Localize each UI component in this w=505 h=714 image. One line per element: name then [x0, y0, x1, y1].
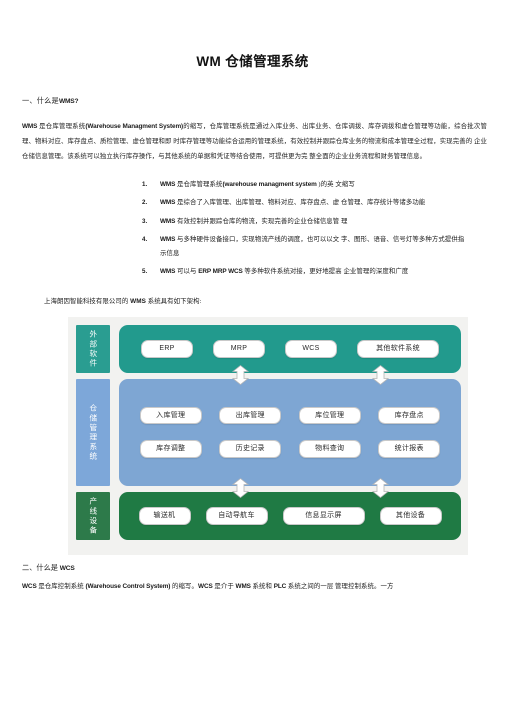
- tier-label-text: 外部软件: [88, 329, 98, 369]
- architecture-diagram: 外部软件 ERP MRP WCS 其他软件系统 仓储管理系统 入库管理 出库管理…: [68, 316, 468, 555]
- section-1-heading-prefix: 一、什么是: [22, 97, 59, 105]
- list-item-term: WMS: [160, 217, 176, 225]
- tier-body-equipment: 输送机 自动导航车 信息显示屏 其他设备: [119, 491, 461, 540]
- diagram-chip-material-query: 物料查询: [298, 440, 361, 459]
- tier-label-text: 仓储管理系统: [88, 403, 98, 462]
- section-2-heading-term: WCS: [59, 564, 75, 572]
- diagram-chip-location: 库位管理: [298, 406, 361, 425]
- wcs-text-e: 系统之间的一层 管理控制系统。一方: [286, 582, 394, 590]
- section-2-heading-prefix: 二、什么是: [22, 563, 60, 572]
- wms-english-name: (Warehouse Managment System): [85, 123, 184, 130]
- diagram-chip-stock-adjust: 库存调整: [139, 440, 202, 459]
- list-item-text-a: 可以与: [175, 268, 199, 276]
- double-arrow-icon: [371, 477, 390, 498]
- diagram-chip-inbound: 入库管理: [139, 406, 202, 425]
- tier-label-wms: 仓储管理系统: [76, 378, 110, 486]
- caption-text-b: 系统具有如下架构:: [146, 297, 202, 305]
- page-title: WM 仓储管理系统: [196, 54, 309, 69]
- double-arrow-icon: [231, 364, 250, 385]
- section-1-paragraph: WMS 是仓库管理系统(Warehouse Managment System)的…: [22, 120, 487, 164]
- diagram-tier-equipment: 产线设备 输送机 自动导航车 信息显示屏 其他设备: [76, 491, 461, 540]
- diagram-chip-mrp: MRP: [213, 340, 265, 358]
- list-item-english: (warehouse managment system: [222, 181, 317, 189]
- list-item-term: WMS: [160, 235, 176, 243]
- diagram-chip-stocktaking: 库存盘点: [378, 406, 441, 425]
- plc-term: PLC: [273, 582, 287, 590]
- tier-label-external-software: 外部软件: [76, 324, 110, 373]
- section-2-paragraph: WCS 是仓库控制系统 (Warehouse Control System) 的…: [22, 580, 487, 595]
- wcs-text-a: 是仓库控制系统: [36, 582, 86, 590]
- diagram-chip-outbound: 出库管理: [219, 406, 282, 425]
- list-item-term: WMS: [160, 199, 176, 207]
- diagram-row-wms-top: 入库管理 出库管理 库位管理 库存盘点: [131, 406, 449, 425]
- list-item: WMS 与多种硬件设备接口，实现物流产线的调度，也可以以文 字、图形、语音、信号…: [142, 233, 465, 262]
- wcs-text-b: 的缩写。: [170, 582, 199, 590]
- diagram-row-wms-bottom: 库存调整 历史记录 物料查询 统计报表: [131, 440, 449, 459]
- wcs-text-c: 是介于: [212, 582, 236, 590]
- diagram-tier-external-software: 外部软件 ERP MRP WCS 其他软件系统: [76, 324, 461, 373]
- document-page: WM 仓储管理系统 一、什么是WMS? WMS 是仓库管理系统(Warehous…: [0, 0, 505, 714]
- list-item-english: ERP MRP WCS: [198, 268, 243, 276]
- diagram-tier-wms: 仓储管理系统 入库管理 出库管理 库位管理 库存盘点 库存调整 历史记录 物料查…: [76, 378, 461, 486]
- list-item: WMS 是仓库管理系统(warehouse managment system )…: [142, 178, 465, 193]
- diagram-chip-other-software: 其他软件系统: [357, 340, 439, 358]
- wms-term: WMS: [22, 123, 38, 130]
- diagram-chip-other-equipment: 其他设备: [379, 507, 442, 525]
- diagram-chip-statistics-report: 统计报表: [378, 440, 441, 459]
- wms-feature-list: WMS 是仓库管理系统(warehouse managment system )…: [18, 178, 487, 280]
- caption-text-a: 上海朗因智能科技有限公司的: [44, 297, 131, 305]
- wcs-english-name: (Warehouse Control System): [85, 582, 171, 590]
- list-item-text-b: 等多种软件系统对接，更好地提高 企业管理的深度和广度: [242, 268, 409, 276]
- tier-label-text: 产线设备: [88, 496, 98, 536]
- list-item-term: WMS: [160, 268, 176, 276]
- diagram-chip-display-screen: 信息显示屏: [282, 507, 365, 525]
- wcs-term-2: WCS: [198, 582, 213, 590]
- diagram-chip-history: 历史记录: [219, 440, 282, 459]
- section-1-heading-term: WMS?: [58, 98, 79, 105]
- diagram-chip-conveyor: 输送机: [138, 507, 191, 525]
- tier-body-wms: 入库管理 出库管理 库位管理 库存盘点 库存调整 历史记录 物料查询 统计报表: [119, 378, 461, 486]
- diagram-caption: 上海朗因智能科技有限公司的 WMS 系统具有如下架构:: [44, 296, 487, 305]
- list-item-text-a: 与多种硬件设备接口，实现物流产线的调度，也可以以文 字、图形、语音、信号灯等多种…: [160, 235, 465, 258]
- wms-term-ref: WMS: [235, 582, 251, 590]
- wcs-text-d: 系统和: [250, 582, 274, 590]
- diagram-chip-erp: ERP: [141, 340, 193, 358]
- tier-body-external-software: ERP MRP WCS 其他软件系统: [119, 324, 461, 373]
- tier-label-equipment: 产线设备: [76, 491, 110, 540]
- list-item-text-a: 有效控制并跟踪仓库的物流，实现完善的企业仓储信息管 理: [175, 217, 348, 225]
- list-item: WMS 有效控制并跟踪仓库的物流，实现完善的企业仓储信息管 理: [142, 215, 465, 230]
- wcs-term: WCS: [22, 582, 37, 590]
- list-item-text-a: 是综合了入库管理、出库管理、物料对应、库存盘点、虚 仓管理、库存统计等诸多功能: [175, 199, 426, 207]
- list-item-term: WMS: [160, 181, 176, 189]
- double-arrow-icon: [371, 364, 390, 385]
- section-1-heading: 一、什么是WMS?: [22, 96, 487, 106]
- caption-term: WMS: [130, 297, 146, 305]
- list-item-text-a: 是仓库管理系统: [175, 181, 223, 189]
- section-2-heading: 二、什么是 WCS: [22, 563, 487, 573]
- double-arrow-icon: [231, 477, 250, 498]
- list-item: WMS 可以与 ERP MRP WCS 等多种软件系统对接，更好地提高 企业管理…: [142, 265, 465, 280]
- list-item: WMS 是综合了入库管理、出库管理、物料对应、库存盘点、虚 仓管理、库存统计等诸…: [142, 196, 465, 211]
- diagram-chip-wcs: WCS: [285, 340, 337, 358]
- diagram-chip-agv: 自动导航车: [205, 507, 268, 525]
- list-item-text-b: )的英 文缩写: [316, 181, 355, 189]
- paragraph-text-a: 是仓库管理系统: [37, 123, 86, 130]
